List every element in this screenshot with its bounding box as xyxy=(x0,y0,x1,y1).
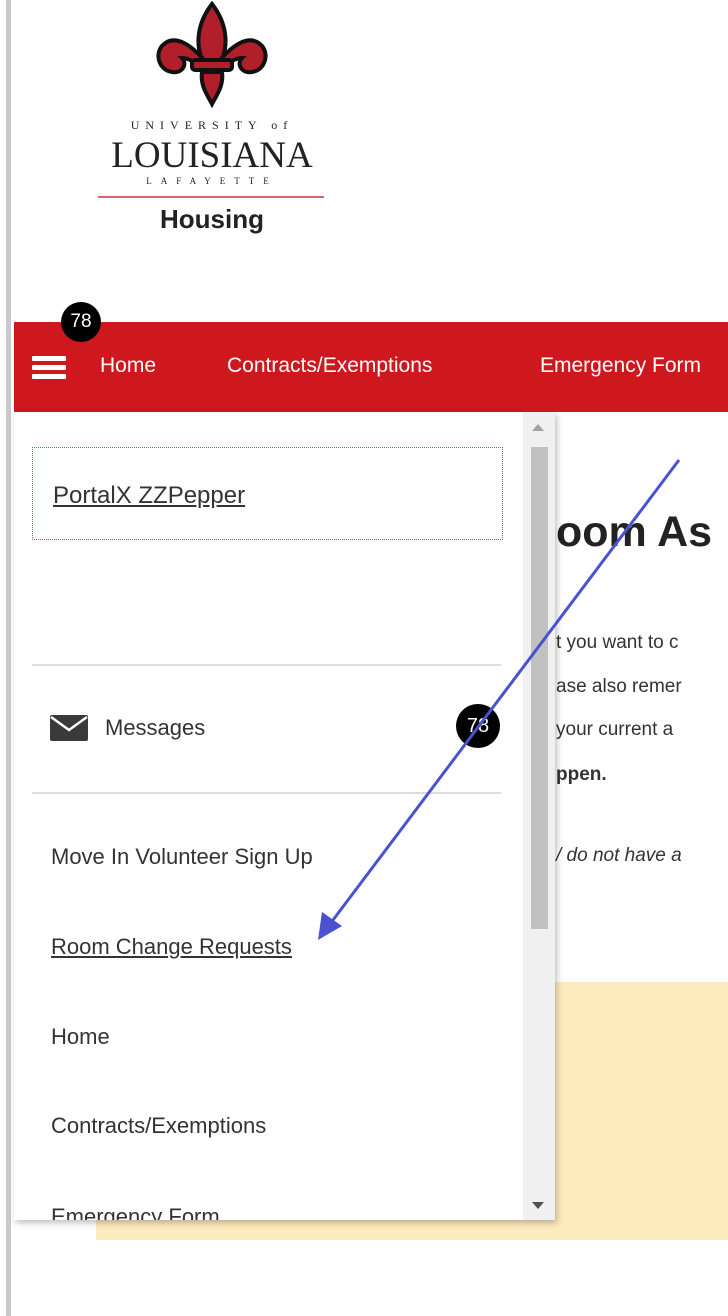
content-text-line: / do not have a xyxy=(556,845,682,866)
nav-notification-badge: 78 xyxy=(61,302,101,342)
nav-link-contracts-exemptions[interactable]: Contracts/Exemptions xyxy=(227,354,432,378)
content-text-line: t you want to c xyxy=(556,632,679,653)
nav-link-emergency-form[interactable]: Emergency Form xyxy=(540,354,701,378)
scroll-up-arrow-icon[interactable] xyxy=(532,424,544,431)
nav-link-home[interactable]: Home xyxy=(100,354,156,378)
drawer-item-move-in-volunteer[interactable]: Move In Volunteer Sign Up xyxy=(51,844,313,870)
scrollbar-thumb[interactable] xyxy=(531,447,548,929)
hamburger-menu-icon[interactable] xyxy=(32,356,66,380)
content-text-line: ppen. xyxy=(556,764,607,785)
logo-lafayette-text: LAFAYETTE xyxy=(146,176,278,186)
content-text-line: your current a xyxy=(556,719,674,740)
page-title: oom As xyxy=(556,508,713,556)
window-left-border xyxy=(0,0,14,1316)
user-profile-box[interactable]: PortalX ZZPepper xyxy=(32,447,503,540)
navigation-drawer: PortalX ZZPepper Messages 78 Move In Vol… xyxy=(14,412,555,1220)
fleur-de-lis-icon xyxy=(156,0,268,109)
drawer-item-home[interactable]: Home xyxy=(51,1024,110,1050)
university-logo[interactable]: UNIVERSITY of LOUISIANA LAFAYETTE Housin… xyxy=(92,0,332,250)
logo-divider xyxy=(98,196,324,198)
messages-count-badge: 78 xyxy=(456,704,500,748)
drawer-divider xyxy=(32,664,501,666)
logo-louisiana-text: LOUISIANA xyxy=(111,135,313,176)
user-profile-link[interactable]: PortalX ZZPepper xyxy=(53,482,245,510)
drawer-divider xyxy=(32,792,501,794)
drawer-scrollbar[interactable] xyxy=(523,412,555,1220)
envelope-icon xyxy=(50,715,88,741)
drawer-item-contracts-exemptions[interactable]: Contracts/Exemptions xyxy=(51,1113,266,1139)
content-text-line: ase also remer xyxy=(556,676,682,697)
logo-housing-text: Housing xyxy=(160,204,264,234)
logo-university-text: UNIVERSITY of xyxy=(130,118,294,132)
drawer-item-emergency-form[interactable]: Emergency Form xyxy=(51,1204,220,1220)
scroll-down-arrow-icon[interactable] xyxy=(532,1202,544,1209)
drawer-item-room-change-requests[interactable]: Room Change Requests xyxy=(51,934,292,960)
messages-link[interactable]: Messages xyxy=(105,715,205,741)
